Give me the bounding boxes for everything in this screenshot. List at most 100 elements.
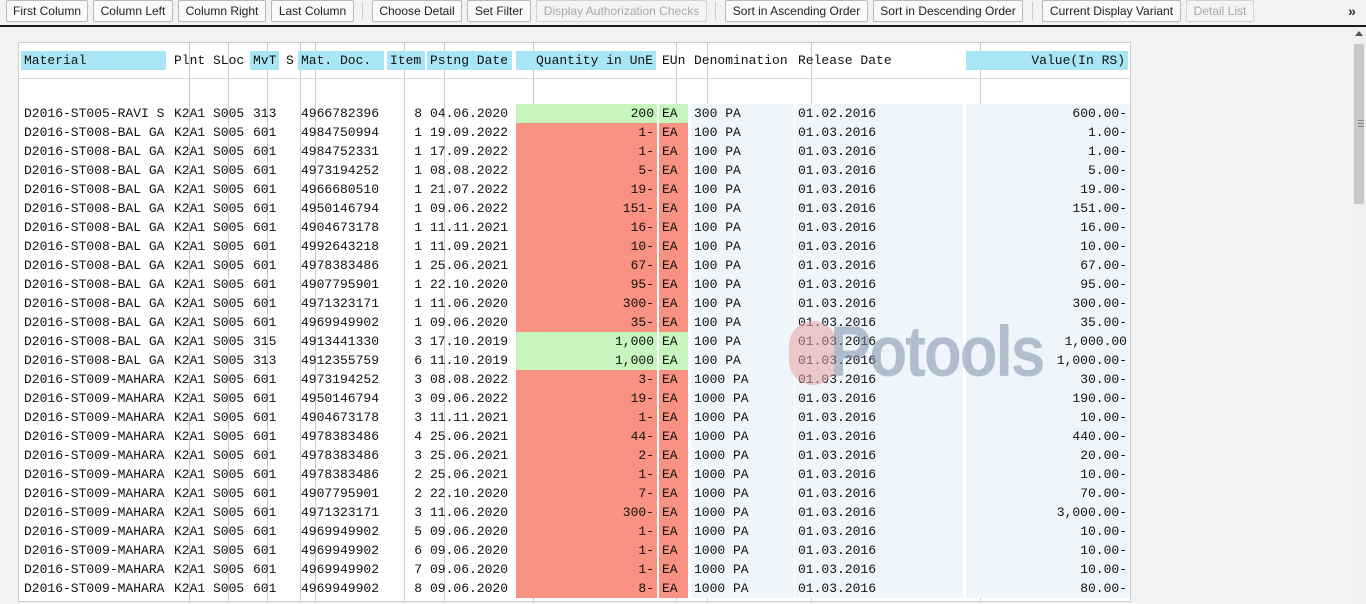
first-column-button[interactable]: First Column [6, 0, 88, 22]
sloc-cell[interactable]: S005 [210, 389, 248, 408]
posting-date-cell[interactable]: 08.08.2022 [427, 370, 515, 389]
posting-date-cell[interactable]: 11.11.2021 [427, 408, 515, 427]
table-row[interactable]: D2016-ST008-BAL GA K2A1 S005 601 4971323171 1… [19, 294, 1130, 313]
s-cell[interactable] [283, 484, 297, 503]
more-toolbar-icon[interactable]: » [1342, 1, 1362, 21]
posting-date-cell[interactable]: 09.06.2020 [427, 541, 515, 560]
value-cell[interactable]: 10.00- [966, 237, 1130, 256]
movement-type-cell[interactable]: 601 [250, 180, 281, 199]
header-release-date[interactable]: Release Date [795, 51, 955, 70]
table-row[interactable]: D2016-ST008-BAL GA K2A1 S005 601 4984750994 1… [19, 123, 1130, 142]
release-date-cell[interactable]: 01.03.2016 [795, 389, 963, 408]
quantity-cell[interactable]: 67- [516, 256, 657, 275]
movement-type-cell[interactable]: 315 [250, 332, 281, 351]
movement-type-cell[interactable]: 601 [250, 237, 281, 256]
unit-cell[interactable]: EA [659, 541, 688, 560]
item-cell[interactable]: 8 [387, 579, 425, 598]
header-storage-location[interactable]: SLoc [210, 51, 246, 70]
posting-date-cell[interactable]: 25.06.2021 [427, 427, 515, 446]
release-date-cell[interactable]: 01.03.2016 [795, 142, 963, 161]
unit-cell[interactable]: EA [659, 123, 688, 142]
posting-date-cell[interactable]: 09.06.2020 [427, 522, 515, 541]
s-cell[interactable] [283, 351, 297, 370]
material-document-cell[interactable]: 4969949902 [298, 560, 386, 579]
material-document-cell[interactable]: 4971323171 [298, 294, 386, 313]
posting-date-cell[interactable]: 11.06.2020 [427, 503, 515, 522]
unit-cell[interactable]: EA [659, 218, 688, 237]
material-document-cell[interactable]: 4978383486 [298, 256, 386, 275]
posting-date-cell[interactable]: 09.06.2022 [427, 389, 515, 408]
unit-cell[interactable]: EA [659, 142, 688, 161]
unit-cell[interactable]: EA [659, 104, 688, 123]
unit-cell[interactable]: EA [659, 237, 688, 256]
release-date-cell[interactable]: 01.03.2016 [795, 503, 963, 522]
material-document-cell[interactable]: 4907795901 [298, 275, 386, 294]
sloc-cell[interactable]: S005 [210, 427, 248, 446]
material-document-cell[interactable]: 4984752331 [298, 142, 386, 161]
posting-date-cell[interactable]: 09.06.2020 [427, 313, 515, 332]
movement-type-cell[interactable]: 601 [250, 503, 281, 522]
release-date-cell[interactable]: 01.03.2016 [795, 332, 963, 351]
sloc-cell[interactable]: S005 [210, 237, 248, 256]
table-row[interactable]: D2016-ST008-BAL GA K2A1 S005 315 4913441330 3… [19, 332, 1130, 351]
sloc-cell[interactable]: S005 [210, 446, 248, 465]
unit-cell[interactable]: EA [659, 389, 688, 408]
material-cell[interactable]: D2016-ST009-MAHARA [21, 370, 171, 389]
sloc-cell[interactable]: S005 [210, 408, 248, 427]
denomination-cell[interactable]: 100 PA [691, 294, 794, 313]
denomination-cell[interactable]: 100 PA [691, 142, 794, 161]
table-row[interactable]: D2016-ST005-RAVI S K2A1 S005 313 4966782396 8… [19, 104, 1130, 123]
s-cell[interactable] [283, 370, 297, 389]
s-cell[interactable] [283, 237, 297, 256]
sloc-cell[interactable]: S005 [210, 199, 248, 218]
sloc-cell[interactable]: S005 [210, 104, 248, 123]
material-cell[interactable]: D2016-ST009-MAHARA [21, 579, 171, 598]
denomination-cell[interactable]: 1000 PA [691, 541, 794, 560]
plant-cell[interactable]: K2A1 [171, 465, 208, 484]
movement-type-cell[interactable]: 601 [250, 579, 281, 598]
item-cell[interactable]: 8 [387, 104, 425, 123]
s-cell[interactable] [283, 123, 297, 142]
material-cell[interactable]: D2016-ST008-BAL GA [21, 332, 171, 351]
plant-cell[interactable]: K2A1 [171, 256, 208, 275]
movement-type-cell[interactable]: 601 [250, 275, 281, 294]
plant-cell[interactable]: K2A1 [171, 484, 208, 503]
table-row[interactable]: D2016-ST008-BAL GA K2A1 S005 601 4978383486 1… [19, 256, 1130, 275]
material-cell[interactable]: D2016-ST009-MAHARA [21, 522, 171, 541]
denomination-cell[interactable]: 300 PA [691, 104, 794, 123]
s-cell[interactable] [283, 446, 297, 465]
choose-detail-button[interactable]: Choose Detail [372, 0, 462, 22]
release-date-cell[interactable]: 01.03.2016 [795, 294, 963, 313]
s-cell[interactable] [283, 199, 297, 218]
unit-cell[interactable]: EA [659, 560, 688, 579]
material-cell[interactable]: D2016-ST008-BAL GA [21, 294, 171, 313]
quantity-cell[interactable]: 16- [516, 218, 657, 237]
value-cell[interactable]: 95.00- [966, 275, 1130, 294]
table-row[interactable]: D2016-ST009-MAHARA K2A1 S005 601 4969949902 7… [19, 560, 1130, 579]
quantity-cell[interactable]: 95- [516, 275, 657, 294]
table-row[interactable]: D2016-ST009-MAHARA K2A1 S005 601 4969949902 5… [19, 522, 1130, 541]
item-cell[interactable]: 1 [387, 161, 425, 180]
item-cell[interactable]: 7 [387, 560, 425, 579]
sloc-cell[interactable]: S005 [210, 123, 248, 142]
sloc-cell[interactable]: S005 [210, 332, 248, 351]
value-cell[interactable]: 440.00- [966, 427, 1130, 446]
table-row[interactable]: D2016-ST009-MAHARA K2A1 S005 601 4971323171 3… [19, 503, 1130, 522]
current-display-variant-button[interactable]: Current Display Variant [1042, 0, 1181, 22]
unit-cell[interactable]: EA [659, 579, 688, 598]
release-date-cell[interactable]: 01.03.2016 [795, 275, 963, 294]
item-cell[interactable]: 3 [387, 503, 425, 522]
s-cell[interactable] [283, 408, 297, 427]
plant-cell[interactable]: K2A1 [171, 161, 208, 180]
quantity-cell[interactable]: 10- [516, 237, 657, 256]
plant-cell[interactable]: K2A1 [171, 389, 208, 408]
s-cell[interactable] [283, 275, 297, 294]
table-row[interactable]: D2016-ST009-MAHARA K2A1 S005 601 4907795901 2… [19, 484, 1130, 503]
value-cell[interactable]: 1,000.00 [966, 332, 1130, 351]
header-material-document[interactable]: Mat. Doc. [298, 51, 384, 70]
material-cell[interactable]: D2016-ST008-BAL GA [21, 351, 171, 370]
material-document-cell[interactable]: 4913441330 [298, 332, 386, 351]
posting-date-cell[interactable]: 21.07.2022 [427, 180, 515, 199]
release-date-cell[interactable]: 01.03.2016 [795, 465, 963, 484]
denomination-cell[interactable]: 1000 PA [691, 560, 794, 579]
